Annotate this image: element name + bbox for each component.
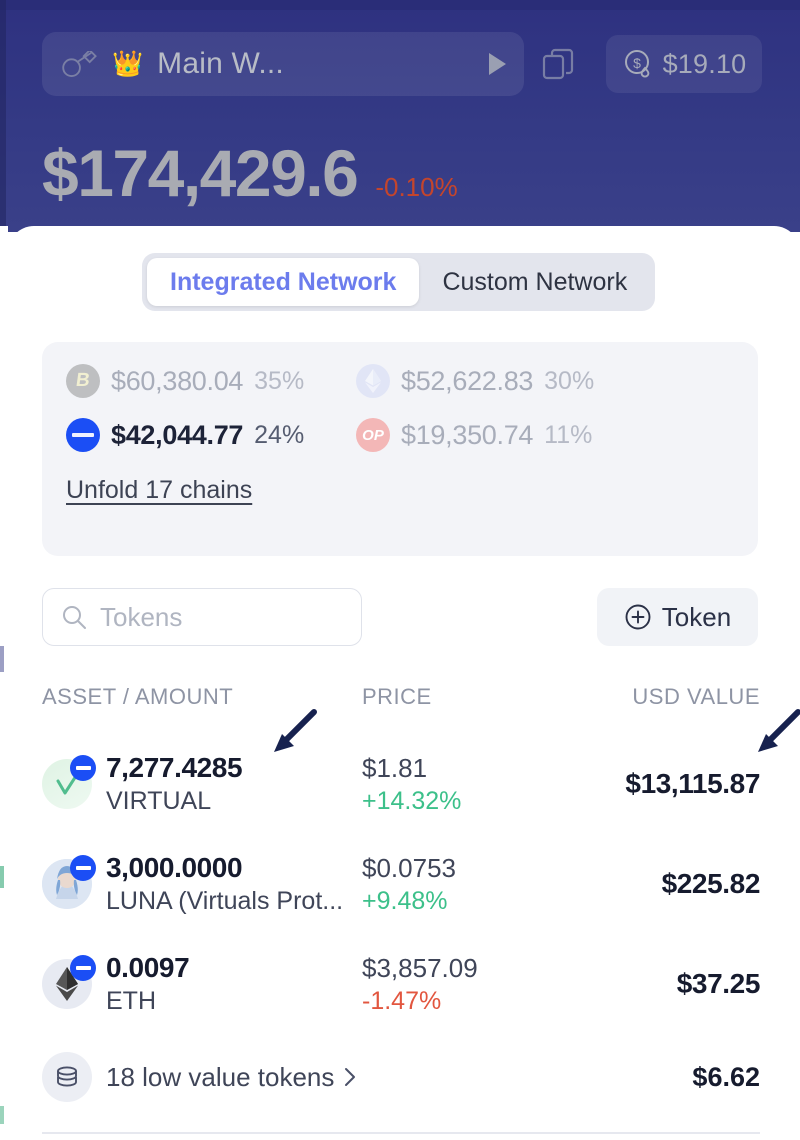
key-icon xyxy=(62,51,97,77)
search-input[interactable] xyxy=(100,601,330,633)
asset-text: 0.0097 ETH xyxy=(106,952,190,1016)
header-left-edge xyxy=(0,0,6,232)
balance-change-badge: -0.10% xyxy=(375,172,458,202)
chain-percent: 30% xyxy=(544,366,595,395)
base-chain-badge xyxy=(70,855,96,881)
page-left-sliver xyxy=(0,226,8,1140)
chain-percent: 11% xyxy=(544,420,593,449)
wallet-name: Main W... xyxy=(157,47,284,80)
chain-value: $52,622.83 xyxy=(401,365,534,396)
low-value-label-group: 18 low value tokens xyxy=(106,1062,357,1093)
token-amount: 0.0097 xyxy=(106,952,190,983)
token-icon-wrapper xyxy=(42,855,96,909)
tab-custom-network[interactable]: Custom Network xyxy=(419,258,650,306)
ethereum-chain-icon xyxy=(356,364,390,398)
chain-item-base[interactable]: $42,044.77 24% xyxy=(66,418,356,452)
token-change: +14.32% xyxy=(362,786,462,815)
token-price: $0.0753 xyxy=(362,852,456,883)
chain-item-bnb[interactable]: B $60,380.04 35% xyxy=(66,364,356,398)
network-tabs: Integrated Network Custom Network xyxy=(142,253,656,311)
chain-value: $60,380.04 xyxy=(111,365,244,396)
token-change: -1.47% xyxy=(362,986,442,1015)
coin-stack-icon xyxy=(42,1052,92,1102)
price-cell: $0.0753 +9.48% xyxy=(362,853,597,916)
token-symbol: VIRTUAL xyxy=(106,787,212,815)
base-chain-badge xyxy=(70,755,96,781)
chain-value: $19,350.74 xyxy=(401,419,534,450)
token-amount: 3,000.0000 xyxy=(106,852,243,883)
plus-circle-icon xyxy=(625,604,651,630)
unfold-chains-link[interactable]: Unfold 17 chains xyxy=(66,476,252,505)
token-icon-wrapper xyxy=(42,955,96,1009)
app-header: 👑 Main W... $ $19.10 $174,429.6 -0.10% xyxy=(0,0,800,232)
chain-item-ethereum[interactable]: $52,622.83 30% xyxy=(356,364,734,398)
wallet-selector[interactable]: 👑 Main W... xyxy=(42,32,524,96)
header-price: PRICE xyxy=(362,684,432,709)
chain-value: $42,044.77 xyxy=(111,419,244,450)
low-value-usd: $6.62 xyxy=(692,1061,760,1092)
header-usd-value: USD VALUE xyxy=(632,684,760,709)
asset-text: 7,277.4285 VIRTUAL xyxy=(106,752,243,816)
token-usd-value: $225.82 xyxy=(661,868,761,899)
header-asset-amount: ASSET / AMOUNT xyxy=(42,684,234,709)
token-symbol: ETH xyxy=(106,987,156,1015)
tab-integrated-network[interactable]: Integrated Network xyxy=(147,258,420,306)
chain-percent: 35% xyxy=(254,366,305,395)
token-search-box[interactable] xyxy=(42,588,362,646)
svg-text:$: $ xyxy=(633,55,641,71)
sliver-mark xyxy=(0,1106,4,1124)
search-icon xyxy=(63,606,86,629)
asset-cell: 7,277.4285 VIRTUAL xyxy=(42,752,362,816)
token-price: $1.81 xyxy=(362,752,428,783)
chevron-right-icon xyxy=(345,1068,356,1086)
token-price: $3,857.09 xyxy=(362,952,478,983)
price-cell: $1.81 +14.32% xyxy=(362,753,597,816)
bnb-chain-icon: B xyxy=(66,364,100,398)
token-usd-value: $13,115.87 xyxy=(625,768,760,799)
chain-percent: 24% xyxy=(254,420,305,449)
wallet-app: 👑 Main W... $ $19.10 $174,429.6 -0.10% I… xyxy=(0,0,800,1140)
token-icon-wrapper xyxy=(42,755,96,809)
low-value-tokens-row[interactable]: 18 low value tokens $6.62 xyxy=(42,1034,760,1120)
token-list: 7,277.4285 VIRTUAL $1.81 +14.32% $13,115… xyxy=(42,734,760,1120)
table-row[interactable]: 3,000.0000 LUNA (Virtuals Prot... $0.075… xyxy=(42,834,760,934)
asset-cell: 0.0097 ETH xyxy=(42,952,362,1016)
asset-cell: 3,000.0000 LUNA (Virtuals Prot... xyxy=(42,852,362,916)
header-top-strip xyxy=(0,0,800,10)
copy-icon[interactable] xyxy=(540,46,578,84)
table-row[interactable]: 7,277.4285 VIRTUAL $1.81 +14.32% $13,115… xyxy=(42,734,760,834)
crown-emoji: 👑 xyxy=(112,49,144,78)
total-balance: $174,429.6 xyxy=(42,136,359,210)
chain-distribution-card: B $60,380.04 35% $52,622.83 30% $42,044.… xyxy=(42,342,758,556)
token-symbol: LUNA (Virtuals Prot... xyxy=(106,887,344,915)
asset-text: 3,000.0000 LUNA (Virtuals Prot... xyxy=(106,852,343,916)
token-amount: 7,277.4285 xyxy=(106,752,243,783)
base-chain-badge xyxy=(70,955,96,981)
token-change: +9.48% xyxy=(362,886,448,915)
play-triangle-icon[interactable] xyxy=(489,53,506,75)
gas-amount: $19.10 xyxy=(662,48,747,79)
sliver-mark xyxy=(0,866,4,888)
sliver-mark xyxy=(0,646,4,672)
token-table-header: ASSET / AMOUNT PRICE USD VALUE xyxy=(42,684,760,710)
token-usd-value: $37.25 xyxy=(676,968,761,999)
gas-dollar-icon: $ xyxy=(624,50,649,78)
base-chain-icon xyxy=(66,418,100,452)
table-row[interactable]: 0.0097 ETH $3,857.09 -1.47% $37.25 xyxy=(42,934,760,1034)
optimism-chain-icon: OP xyxy=(356,418,390,452)
add-token-label: Token xyxy=(661,601,732,632)
add-token-button[interactable]: Token xyxy=(597,588,758,646)
total-balance-row: $174,429.6 -0.10% xyxy=(42,140,458,206)
chain-item-optimism[interactable]: OP $19,350.74 11% xyxy=(356,418,734,452)
low-value-label: 18 low value tokens xyxy=(106,1061,335,1092)
bottom-divider xyxy=(42,1132,760,1134)
gas-fee-button[interactable]: $ $19.10 xyxy=(606,35,762,93)
price-cell: $3,857.09 -1.47% xyxy=(362,953,597,1016)
